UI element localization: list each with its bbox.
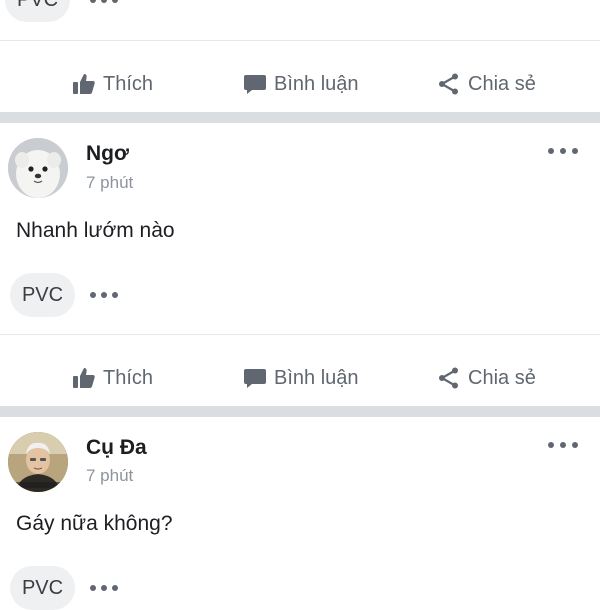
comment-label: Bình luận [274,72,359,95]
share-button[interactable]: Chia sẻ [437,366,536,390]
thumbs-up-icon [73,74,95,94]
thumbs-up-icon [73,368,95,388]
reaction-pill[interactable]: PVC [10,566,75,610]
more-options-icon[interactable] [548,442,578,448]
author-name[interactable]: Ngơ [86,142,129,166]
like-label: Thích [103,72,154,95]
post-text: Gáy nữa không? [16,512,173,535]
more-options-icon[interactable] [548,148,578,154]
post-text: Nhanh lướm nào [16,219,175,242]
post-time[interactable]: 7 phút [86,466,133,486]
share-icon [439,367,458,389]
reaction-label: PVC [21,283,64,306]
more-options-icon[interactable] [90,0,118,3]
post-separator [0,406,600,417]
post-separator [0,112,600,123]
reaction-pill[interactable]: PVC [10,273,75,317]
share-label: Chia sẻ [468,72,536,95]
share-button[interactable]: Chia sẻ [437,72,536,96]
divider [0,334,600,335]
comment-icon [244,369,266,388]
share-icon [439,73,458,95]
comment-label: Bình luận [274,366,359,389]
reaction-label: PVC [17,0,58,12]
puppy-avatar[interactable] [8,138,68,198]
more-options-icon[interactable] [90,585,118,591]
like-button[interactable]: Thích [72,366,153,390]
old-man-avatar[interactable] [8,432,68,492]
reaction-label: PVC [21,576,64,599]
post-time[interactable]: 7 phút [86,173,133,193]
divider [0,40,600,41]
author-name[interactable]: Cụ Đa [86,436,147,460]
like-button[interactable]: Thích [72,72,153,96]
like-label: Thích [103,366,154,389]
puppy-avatar-image [8,138,68,198]
old-man-avatar-image [8,432,68,492]
comment-icon [244,75,266,94]
more-options-icon[interactable] [90,292,118,298]
comment-button[interactable]: Bình luận [243,366,359,390]
comment-button[interactable]: Bình luận [243,72,359,96]
reaction-pill[interactable]: PVC [5,0,70,22]
share-label: Chia sẻ [468,366,536,389]
